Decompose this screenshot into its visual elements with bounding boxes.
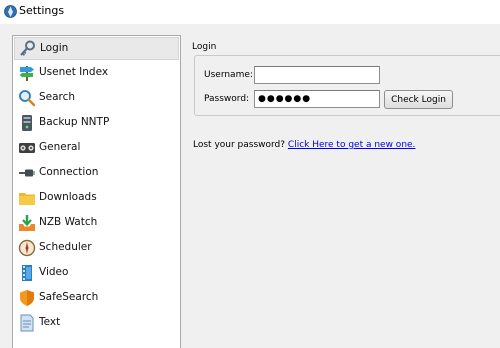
sidebar-item-video[interactable]: Video <box>14 262 179 285</box>
password-label: Password: <box>204 94 250 104</box>
settings-sidebar: Login Usenet Index Search Backup NNTP Ge… <box>12 35 181 348</box>
check-login-button[interactable]: Check Login <box>384 90 453 109</box>
signpost-icon <box>19 66 34 81</box>
password-field[interactable] <box>254 90 380 108</box>
sidebar-item-label: Search <box>39 91 76 103</box>
compass-clock-icon <box>18 239 36 257</box>
download-tray-icon <box>19 215 35 231</box>
server-icon <box>22 115 32 131</box>
sidebar-item-label: Backup NNTP <box>39 116 110 128</box>
sidebar-item-label: Connection <box>39 166 99 178</box>
sidebar-item-login[interactable]: Login <box>14 37 179 60</box>
sidebar-item-text[interactable]: Text <box>14 312 179 335</box>
sidebar-item-general[interactable]: General <box>14 137 179 160</box>
sidebar-item-usenet-index[interactable]: Usenet Index <box>14 62 179 85</box>
sidebar-item-nzb-watch[interactable]: NZB Watch <box>14 212 179 235</box>
sidebar-item-label: Text <box>39 316 61 328</box>
app-globe-icon <box>4 5 17 18</box>
sidebar-item-label: SafeSearch <box>39 291 99 303</box>
sidebar-item-safesearch[interactable]: SafeSearch <box>14 287 179 310</box>
sidebar-item-search[interactable]: Search <box>14 87 179 110</box>
lost-password-line: Lost your password? Click Here to get a … <box>193 140 415 150</box>
username-label: Username: <box>204 70 253 80</box>
sidebar-item-label: Usenet Index <box>39 66 109 78</box>
username-field[interactable] <box>254 66 380 84</box>
downloads-folder-icon <box>19 193 35 205</box>
sidebar-item-label: Downloads <box>39 191 97 203</box>
general-settings-icon <box>19 143 35 153</box>
sidebar-item-downloads[interactable]: Downloads <box>14 187 179 210</box>
key-icon <box>20 40 35 56</box>
text-document-icon <box>20 314 34 332</box>
film-strip-icon <box>22 265 32 281</box>
sidebar-item-label: Login <box>40 42 69 54</box>
sidebar-item-label: Video <box>39 266 69 278</box>
sidebar-item-backup-nntp[interactable]: Backup NNTP <box>14 112 179 135</box>
get-new-password-link[interactable]: Click Here to get a new one. <box>288 140 416 150</box>
magnifier-icon <box>19 90 36 107</box>
title-bar: Settings <box>0 0 500 24</box>
window-title: Settings <box>19 4 65 17</box>
sidebar-item-connection[interactable]: Connection <box>14 162 179 185</box>
lost-password-prompt: Lost your password? <box>193 140 286 150</box>
sidebar-item-scheduler[interactable]: Scheduler <box>14 237 179 260</box>
sidebar-item-label: NZB Watch <box>39 216 98 228</box>
network-cable-icon <box>19 169 35 177</box>
login-group-box: Username: Password: Check Login <box>194 55 500 116</box>
sidebar-item-label: Scheduler <box>39 241 92 253</box>
login-section-title: Login <box>192 42 217 52</box>
shield-icon <box>20 290 34 306</box>
sidebar-item-label: General <box>39 141 81 153</box>
